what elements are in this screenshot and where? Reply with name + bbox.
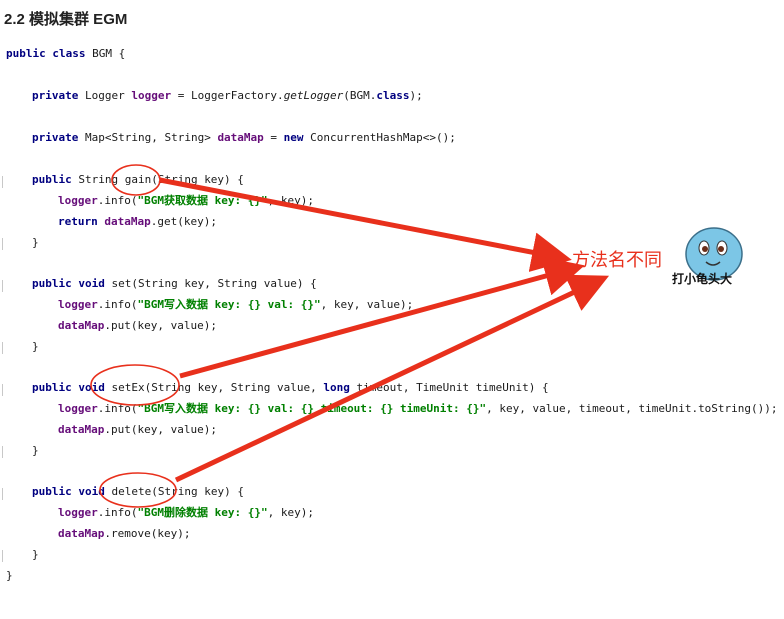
setex-signature: public void setEx(String key, String val… [32, 378, 549, 398]
text: delete(String key) { [111, 485, 244, 498]
keyword: public void [32, 277, 112, 290]
keyword: public [32, 173, 79, 186]
keyword: public void [32, 381, 112, 394]
gutter-marker [2, 176, 7, 188]
keyword: public class [6, 47, 93, 60]
string-literal: "BGM写入数据 key: {} val: {} timeout: {} tim… [137, 402, 487, 415]
keyword: new [283, 131, 311, 144]
set-signature: public void set(String key, String value… [32, 274, 317, 294]
text: = [263, 131, 284, 144]
text: ConcurrentHashMap<>(); [310, 131, 456, 144]
text: , key); [267, 506, 314, 519]
type: Logger [84, 89, 132, 102]
text: .get(key); [150, 215, 217, 228]
field: dataMap [58, 319, 105, 332]
keyword: public void [32, 485, 112, 498]
gain-return-line: return dataMap.get(key); [58, 212, 217, 232]
field: logger [58, 298, 98, 311]
field: dataMap [58, 527, 105, 540]
gutter-marker [2, 238, 7, 250]
text: .info( [97, 506, 138, 519]
class-name: BGM { [92, 47, 126, 60]
string-literal: "BGM删除数据 key: {}" [137, 506, 268, 519]
text: .info( [97, 402, 138, 415]
set-put-line: dataMap.put(key, value); [58, 316, 217, 336]
delete-log-line: logger.info("BGM删除数据 key: {}", key); [58, 503, 314, 523]
setex-put-line: dataMap.put(key, value); [58, 420, 217, 440]
type: Map<String, String> [84, 131, 218, 144]
delete-signature: public void delete(String key) { [32, 482, 244, 502]
gutter-marker [2, 446, 7, 458]
gain-close: } [32, 236, 39, 249]
annotation-callout: 方法名不同 [572, 250, 662, 270]
set-close: } [32, 340, 39, 353]
keyword: private [32, 89, 85, 102]
text: .put(key, value); [104, 319, 217, 332]
text: String gain(String key) { [78, 173, 244, 186]
field: dataMap [58, 423, 105, 436]
gutter-marker [2, 488, 7, 500]
gain-log-line: logger.info("BGM获取数据 key: {}", key); [58, 191, 314, 211]
text: = LoggerFactory. [171, 89, 284, 102]
delete-close: } [32, 548, 39, 561]
text: set(String key, String value) { [111, 277, 317, 290]
setex-close: } [32, 444, 39, 457]
text: .remove(key); [104, 527, 191, 540]
delete-remove-line: dataMap.remove(key); [58, 524, 190, 544]
logger-field-line: private Logger logger = LoggerFactory.ge… [32, 86, 423, 106]
field: dataMap [104, 215, 151, 228]
text: , key, value, timeout, timeUnit.toString… [486, 402, 778, 415]
text: setEx(String key, String value, [111, 381, 324, 394]
field: dataMap [217, 131, 264, 144]
field: logger [58, 402, 98, 415]
section-heading: 2.2 模拟集群 EGM [4, 11, 128, 28]
text: , key); [267, 194, 314, 207]
field: logger [131, 89, 172, 102]
gutter-marker [2, 280, 7, 292]
class-declaration: public class BGM { [6, 44, 125, 64]
map-field-line: private Map<String, String> dataMap = ne… [32, 128, 456, 148]
keyword: long [323, 381, 357, 394]
setex-log-line: logger.info("BGM写入数据 key: {} val: {} tim… [58, 399, 778, 419]
string-literal: "BGM获取数据 key: {}" [137, 194, 268, 207]
gain-signature: public String gain(String key) { [32, 170, 244, 190]
string-literal: "BGM写入数据 key: {} val: {}" [137, 298, 321, 311]
method: getLogger [283, 89, 344, 102]
class-close: } [6, 569, 13, 582]
keyword: return [58, 215, 105, 228]
set-log-line: logger.info("BGM写入数据 key: {} val: {}", k… [58, 295, 413, 315]
field: logger [58, 194, 98, 207]
field: logger [58, 506, 98, 519]
text: (BGM. [343, 89, 377, 102]
keyword: class [376, 89, 410, 102]
gutter-marker [2, 342, 7, 354]
mascot-caption: 打小龟头大 [672, 272, 733, 286]
text: , key, value); [320, 298, 414, 311]
gutter-marker [2, 550, 7, 562]
text: ); [409, 89, 423, 102]
text: timeout, TimeUnit timeUnit) { [356, 381, 549, 394]
keyword: private [32, 131, 85, 144]
text: .put(key, value); [104, 423, 217, 436]
text: .info( [97, 194, 138, 207]
text: .info( [97, 298, 138, 311]
gutter-marker [2, 384, 7, 396]
